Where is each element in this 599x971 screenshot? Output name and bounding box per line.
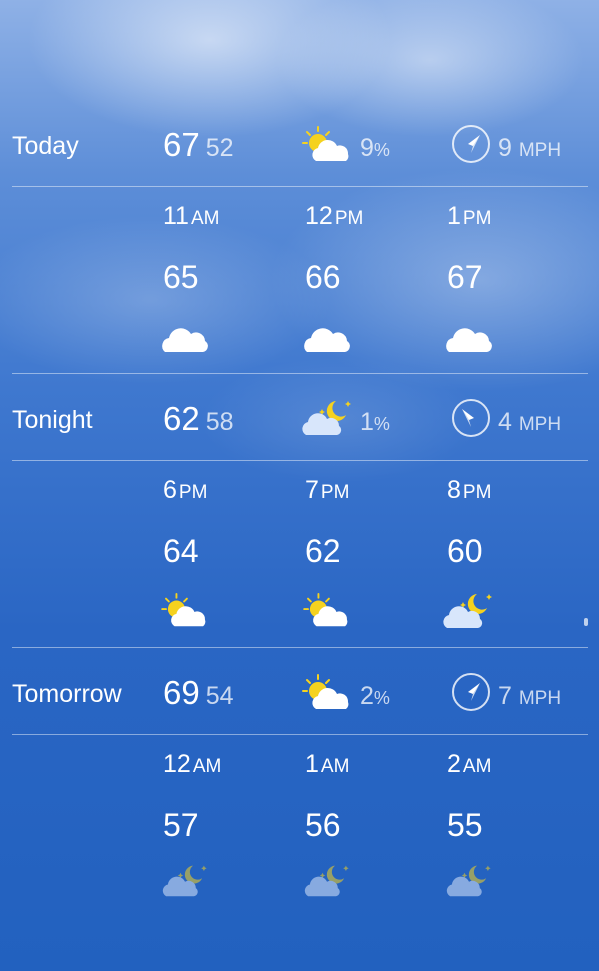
hourly-item[interactable]: 2 AM 55 [446, 750, 567, 897]
divider [12, 373, 588, 374]
hour-time: 11 AM [163, 202, 220, 230]
day-summary-row[interactable]: Tomorrow 69 54 2% 7 MPH [0, 649, 599, 735]
low-temp: 54 [205, 682, 234, 710]
precip-value: 1 [360, 408, 374, 436]
hourly-item[interactable]: 1 PM 67 [446, 202, 567, 352]
hour-temp: 64 [163, 533, 199, 569]
low-temp: 58 [205, 408, 234, 436]
wind-value: 7 [498, 682, 512, 710]
divider [12, 460, 588, 461]
hour-temp: 67 [447, 259, 483, 295]
hourly-item[interactable]: 12 PM 66 [304, 202, 425, 352]
hourly-item[interactable]: 11 AM 65 [162, 202, 283, 352]
hourly-item[interactable]: 8 PM 60 [443, 476, 567, 628]
precip-value: 9 [360, 134, 374, 162]
precip-unit: % [373, 140, 390, 160]
night-cloudy-icon [304, 865, 349, 897]
wind-value: 4 [498, 408, 512, 436]
night-cloudy-icon [162, 865, 207, 897]
hourly-item[interactable]: 1 AM 56 [304, 750, 425, 897]
hour-time: 12 AM [163, 750, 222, 778]
temps: 69 54 [163, 674, 234, 712]
day-label: Tomorrow [12, 680, 122, 708]
hour-time: 12 PM [305, 202, 364, 230]
hourly-item[interactable]: 6 PM 64 [161, 476, 283, 627]
hour-time: 8 PM [447, 476, 492, 504]
temps: 62 58 [163, 400, 234, 438]
wind-speed: 7 MPH [498, 682, 561, 711]
precip-unit: % [373, 688, 390, 708]
scroll-indicator [584, 618, 588, 626]
precip-chance: 2% [360, 682, 390, 711]
hour-temp: 57 [163, 807, 199, 843]
compass-icon [452, 673, 490, 711]
day-label: Today [12, 132, 79, 160]
low-temp: 52 [205, 134, 234, 162]
hour-temp: 60 [447, 533, 483, 569]
wind-speed: 4 MPH [498, 408, 561, 437]
cloud-icon [304, 328, 350, 352]
temps: 67 52 [163, 126, 234, 164]
hour-time: 1 PM [447, 202, 492, 230]
night-cloudy-icon [446, 865, 491, 897]
hour-temp: 66 [305, 259, 341, 295]
divider [12, 186, 588, 187]
partly-sunny-icon [161, 592, 206, 627]
hourly-item[interactable]: 12 AM 57 [162, 750, 283, 897]
compass-icon [452, 125, 490, 163]
precip-value: 2 [360, 682, 374, 710]
hourly-item[interactable]: 7 PM 62 [303, 476, 425, 627]
divider [12, 647, 588, 648]
high-temp: 69 [163, 674, 200, 711]
day-label: Tonight [12, 406, 93, 434]
wind-speed: 9 MPH [498, 134, 561, 163]
hour-time: 2 AM [447, 750, 492, 778]
cloud-icon [446, 328, 492, 352]
partly-sunny-icon [302, 674, 349, 709]
precip-chance: 1% [360, 408, 390, 437]
compass-icon [452, 399, 490, 437]
night-cloudy-icon [443, 594, 492, 628]
high-temp: 67 [163, 126, 200, 163]
hour-time: 7 PM [305, 476, 350, 504]
hour-temp: 55 [447, 807, 483, 843]
wind-unit: MPH [518, 140, 562, 161]
hour-time: 6 PM [163, 476, 208, 504]
hour-time: 1 AM [305, 750, 350, 778]
cloud-icon [162, 328, 208, 352]
precip-chance: 9% [360, 134, 390, 163]
wind-unit: MPH [518, 688, 562, 709]
wind-value: 9 [498, 134, 512, 162]
hour-temp: 65 [163, 259, 199, 295]
night-cloudy-icon [302, 401, 351, 435]
wind-unit: MPH [518, 414, 562, 435]
hour-temp: 62 [305, 533, 341, 569]
day-summary-row[interactable]: Tonight 62 58 1% 4 MPH [0, 375, 599, 461]
precip-unit: % [373, 414, 390, 434]
partly-sunny-icon [303, 592, 348, 627]
high-temp: 62 [163, 400, 200, 437]
day-summary-row[interactable]: Today 67 52 9% 9 MPH [0, 101, 599, 187]
hour-temp: 56 [305, 807, 341, 843]
divider [12, 734, 588, 735]
partly-sunny-icon [302, 126, 349, 161]
